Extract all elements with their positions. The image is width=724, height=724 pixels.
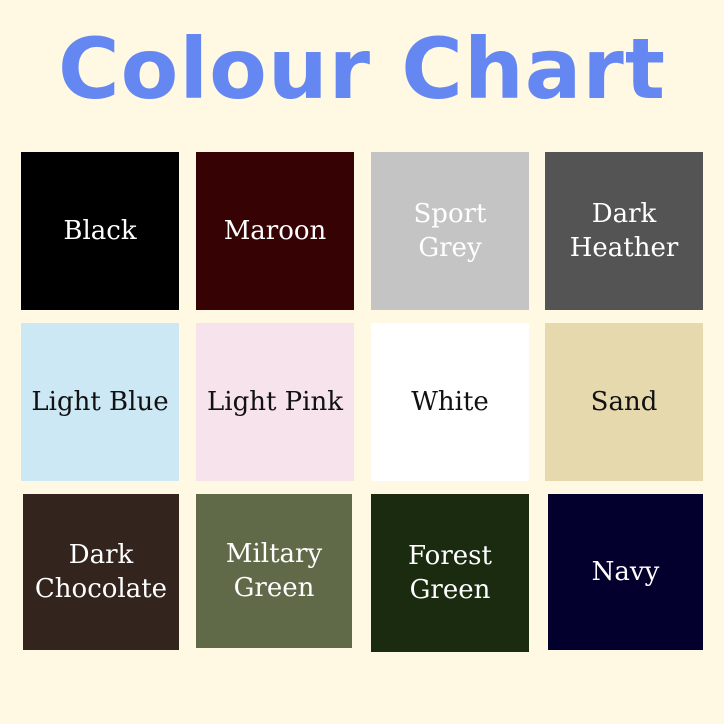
swatch-label: Light Blue [31,387,169,417]
swatch-light-blue: Light Blue [21,323,179,481]
swatch-label: Navy [591,557,660,587]
swatch-label: Light Pink [207,387,343,417]
swatch-label: Maroon [223,216,327,246]
swatch-dark-heather: Dark Heather [545,152,703,310]
swatch-black: Black [21,152,179,310]
swatch-dark-chocolate: Dark Chocolate [23,494,179,650]
swatch-white: White [371,323,529,481]
swatch-label: Dark Heather [569,199,679,263]
swatch-label: Black [63,216,137,246]
swatch-navy: Navy [548,494,703,650]
swatch-sand: Sand [545,323,703,481]
swatch-label: Dark Chocolate [34,540,168,604]
swatch-label: Sport Grey [413,199,487,263]
swatch-label: Miltary Green [225,539,323,603]
swatch-light-pink: Light Pink [196,323,354,481]
swatch-maroon: Maroon [196,152,354,310]
swatch-label: White [411,387,489,417]
swatch-grid: Black Maroon Sport Grey Dark Heather Lig… [0,0,724,724]
swatch-military-green: Miltary Green [196,494,352,648]
swatch-label: Forest Green [408,541,492,605]
swatch-forest-green: Forest Green [371,494,529,652]
swatch-sport-grey: Sport Grey [371,152,529,310]
swatch-label: Sand [590,387,658,417]
